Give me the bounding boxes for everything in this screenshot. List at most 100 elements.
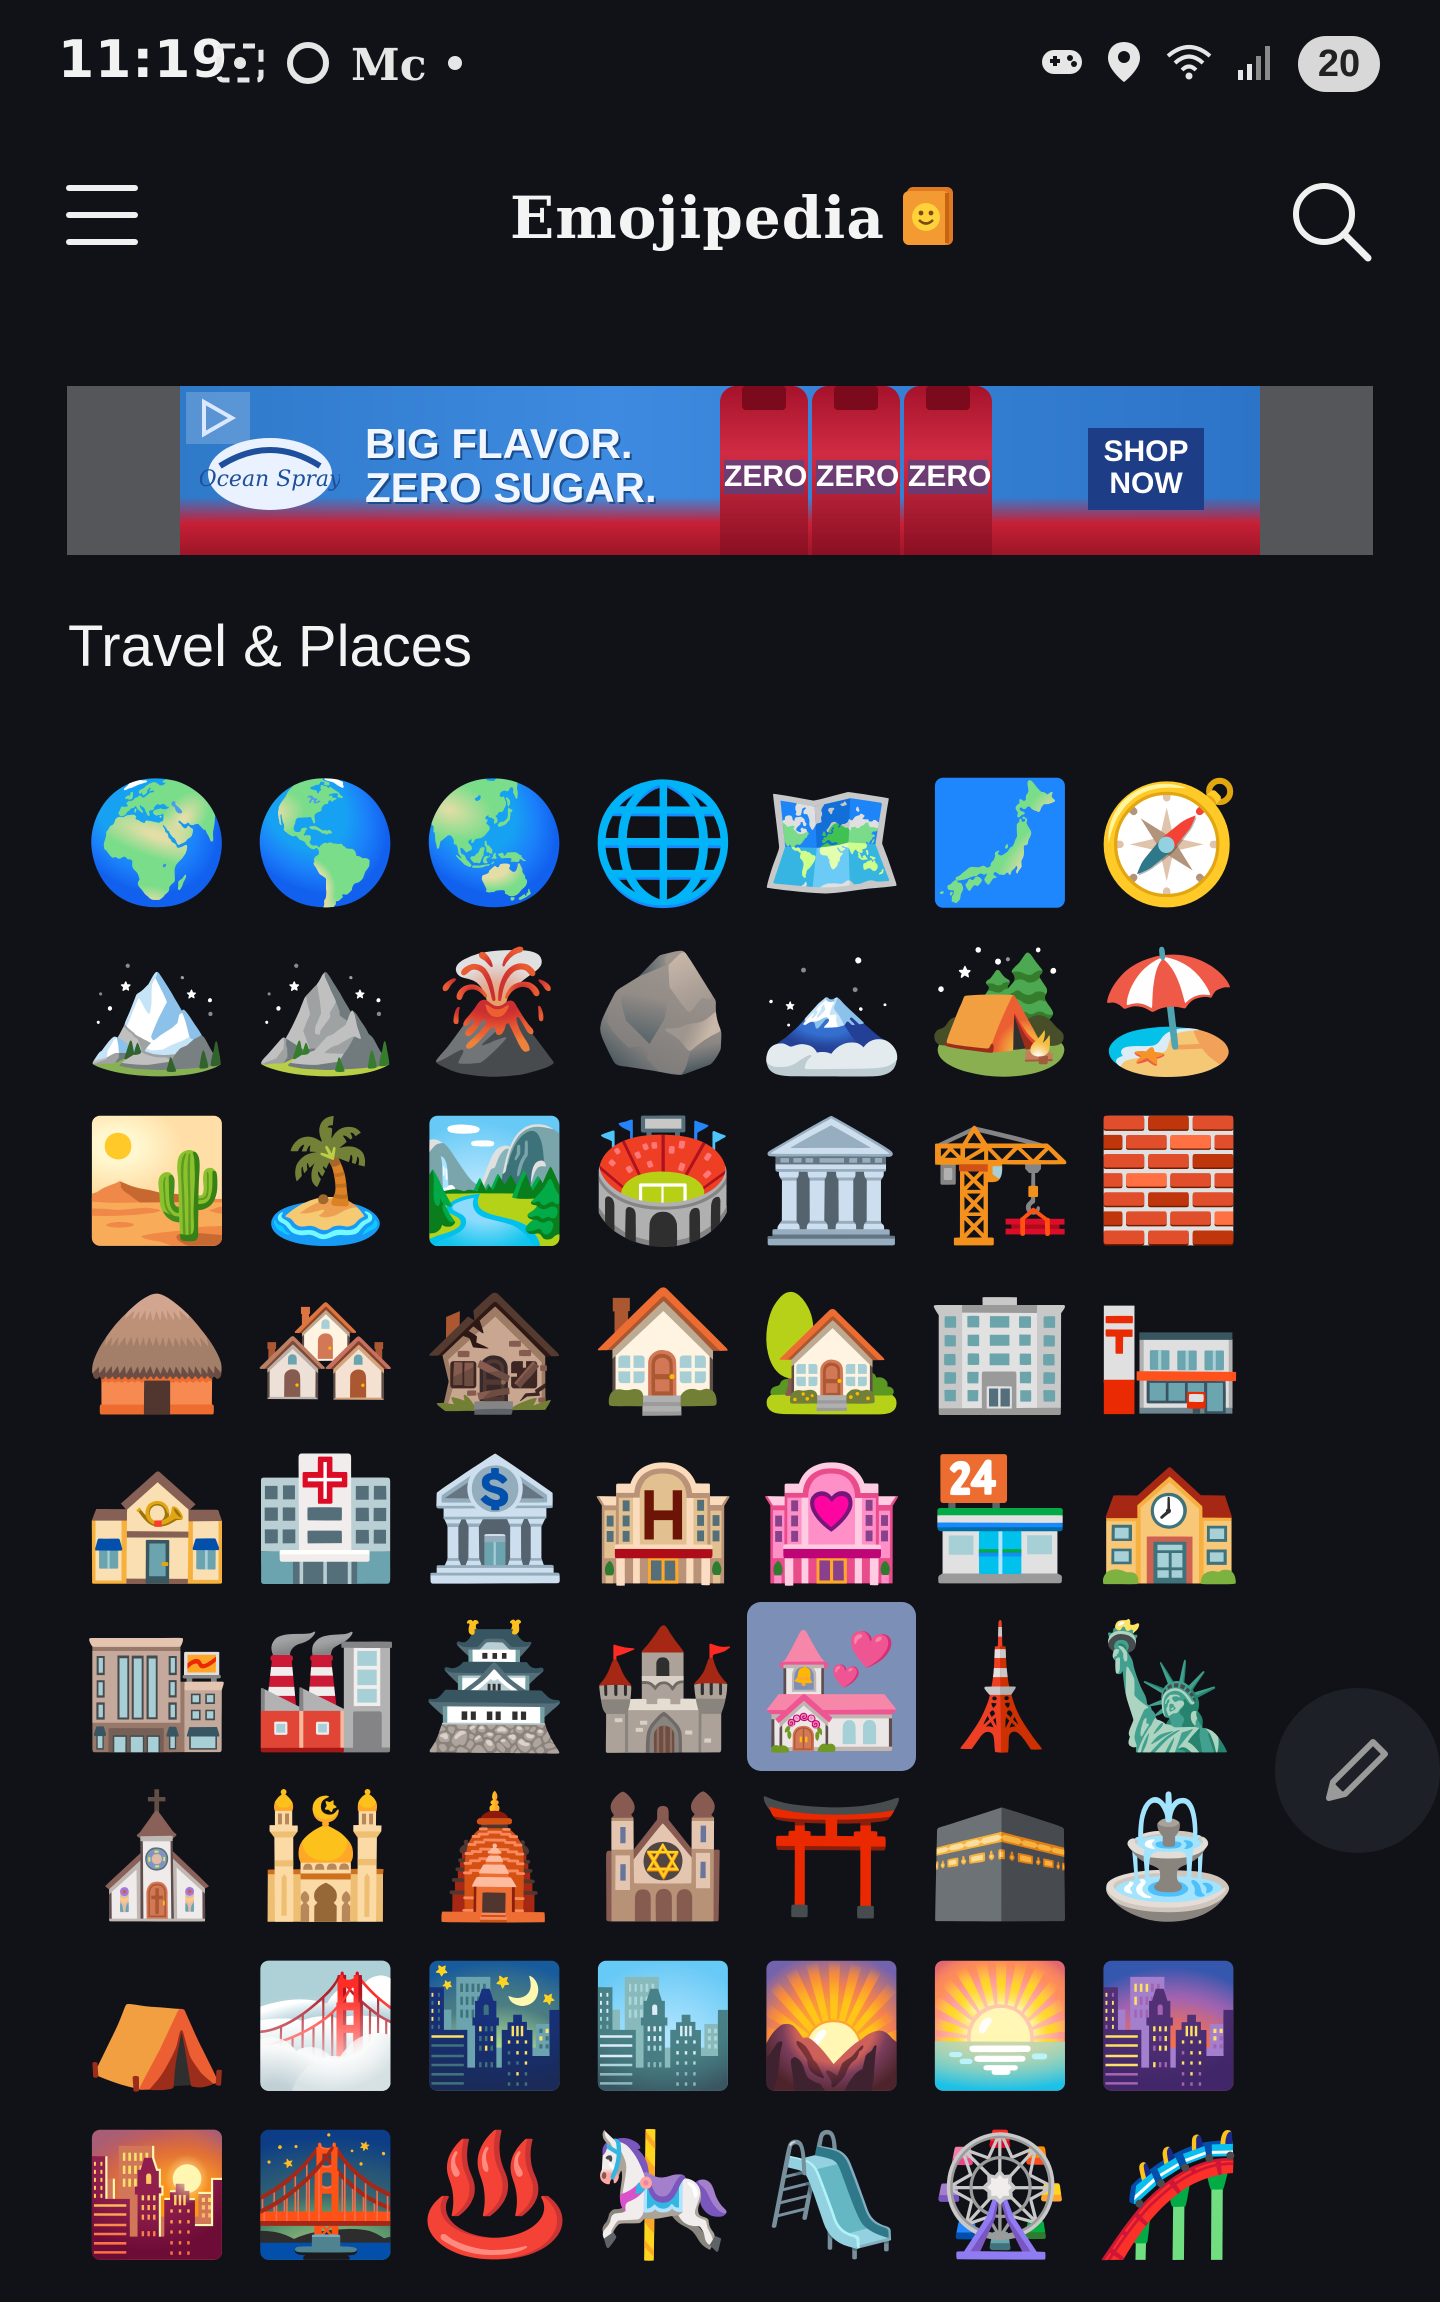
location-icon: [1106, 40, 1142, 88]
emoji-cell[interactable]: 🏗️: [916, 1095, 1085, 1264]
emoji-cell[interactable]: 🧱: [1084, 1095, 1253, 1264]
emoji-glyph: 🏞️: [420, 1110, 568, 1249]
emoji-glyph: 🧭: [1095, 772, 1243, 911]
emoji-glyph: 🏟️: [589, 1110, 737, 1249]
emoji-glyph: 🌇: [83, 2124, 231, 2263]
emoji-cell[interactable]: ⛪: [73, 1771, 242, 1940]
emoji-glyph: ♨️: [420, 2124, 568, 2263]
emoji-cell[interactable]: ♨️: [410, 2109, 579, 2278]
emoji-cell[interactable]: ⛺: [73, 1940, 242, 2109]
emoji-cell[interactable]: ⛰️: [242, 926, 411, 1095]
emoji-cell[interactable]: 🕋: [916, 1771, 1085, 1940]
ad-headline-line1: BIG FLAVOR.: [365, 420, 633, 467]
ad-creative[interactable]: Ocean Spray BIG FLAVOR. ZERO SUGAR. ZERO…: [180, 386, 1260, 555]
emoji-book-icon: [901, 183, 957, 253]
bottle-label: ZERO: [908, 460, 992, 494]
emoji-cell[interactable]: 🏫: [1084, 1433, 1253, 1602]
emoji-cell[interactable]: 🌇: [73, 2109, 242, 2278]
emoji-glyph: 🛕: [420, 1786, 568, 1925]
emoji-cell[interactable]: 🏝️: [242, 1095, 411, 1264]
emoji-cell[interactable]: 🕌: [242, 1771, 411, 1940]
emoji-cell[interactable]: 🌉: [242, 2109, 411, 2278]
emoji-glyph: 🏭: [252, 1617, 400, 1756]
emoji-glyph: 🏕️: [926, 941, 1074, 1080]
emoji-row: 🏔️ ⛰️ 🌋 🪨 🗻 🏕️ 🏖️: [73, 926, 1253, 1095]
emoji-cell[interactable]: 🕍: [579, 1771, 748, 1940]
emoji-cell[interactable]: 🛕: [410, 1771, 579, 1940]
emoji-cell[interactable]: 🌃: [410, 1940, 579, 2109]
ad-cta-line1: SHOP: [1103, 435, 1189, 468]
emoji-glyph: 🌏: [420, 772, 568, 911]
emoji-cell[interactable]: 🗺️: [747, 757, 916, 926]
emoji-cell[interactable]: 🌏: [410, 757, 579, 926]
emoji-cell[interactable]: 🌄: [747, 1940, 916, 2109]
emoji-cell[interactable]: ⛩️: [747, 1771, 916, 1940]
ad-shop-now-button[interactable]: SHOP NOW: [1088, 428, 1204, 510]
emoji-glyph: 🏨: [589, 1448, 737, 1587]
search-icon: [1293, 183, 1372, 262]
emoji-cell[interactable]: 🏰: [579, 1602, 748, 1771]
emoji-cell[interactable]: 🏚️: [410, 1264, 579, 1433]
emoji-cell[interactable]: 🌐: [579, 757, 748, 926]
emoji-cell[interactable]: 🌅: [916, 1940, 1085, 2109]
emoji-cell[interactable]: 🏜️: [73, 1095, 242, 1264]
emoji-cell[interactable]: 🌋: [410, 926, 579, 1095]
emoji-cell[interactable]: 🛝: [747, 2109, 916, 2278]
emoji-cell[interactable]: 🏣: [1084, 1264, 1253, 1433]
emoji-glyph: 🏣: [1095, 1279, 1243, 1418]
emoji-cell[interactable]: 🏥: [242, 1433, 411, 1602]
emoji-cell[interactable]: 🏡: [747, 1264, 916, 1433]
emoji-glyph: 💒: [758, 1617, 906, 1756]
hamburger-icon: [66, 185, 138, 191]
emoji-cell[interactable]: 🏤: [73, 1433, 242, 1602]
emoji-cell[interactable]: 🗼: [916, 1602, 1085, 1771]
emoji-glyph: ⛩️: [758, 1786, 906, 1925]
site-logo[interactable]: Emojipedia: [510, 183, 957, 253]
emoji-cell[interactable]: 🏨: [579, 1433, 748, 1602]
emoji-cell[interactable]: 🏟️: [579, 1095, 748, 1264]
emoji-cell[interactable]: 🏛️: [747, 1095, 916, 1264]
emoji-cell[interactable]: 🛖: [73, 1264, 242, 1433]
emoji-row: 🌇 🌉 ♨️ 🎠 🛝 🎡 🎢: [73, 2109, 1253, 2278]
emoji-glyph: 🌁: [252, 1955, 400, 2094]
emoji-cell[interactable]: ⛲: [1084, 1771, 1253, 1940]
emoji-glyph: ⛪: [83, 1786, 231, 1925]
emoji-cell[interactable]: 🏢: [916, 1264, 1085, 1433]
emoji-cell[interactable]: 🏯: [410, 1602, 579, 1771]
emoji-cell[interactable]: 🏕️: [916, 926, 1085, 1095]
menu-button[interactable]: [66, 185, 138, 247]
emoji-glyph: 🗺️: [758, 772, 906, 911]
emoji-cell[interactable]: 🏭: [242, 1602, 411, 1771]
emoji-cell[interactable]: 🏩: [747, 1433, 916, 1602]
emoji-glyph: 🏛️: [758, 1110, 906, 1249]
emoji-cell[interactable]: 🏘️: [242, 1264, 411, 1433]
emoji-cell[interactable]: 🏙️: [579, 1940, 748, 2109]
emoji-cell[interactable]: 🌁: [242, 1940, 411, 2109]
emoji-row: 🌍 🌎 🌏 🌐 🗺️ 🗾 🧭: [73, 757, 1253, 926]
emoji-cell[interactable]: 🌎: [242, 757, 411, 926]
emoji-cell[interactable]: 🏞️: [410, 1095, 579, 1264]
emoji-cell[interactable]: 🗻: [747, 926, 916, 1095]
emoji-cell[interactable]: 🏪: [916, 1433, 1085, 1602]
emoji-cell[interactable]: 🏖️: [1084, 926, 1253, 1095]
emoji-cell[interactable]: 🏔️: [73, 926, 242, 1095]
emoji-cell[interactable]: 🎡: [916, 2109, 1085, 2278]
emoji-cell[interactable]: 🌆: [1084, 1940, 1253, 2109]
emoji-cell[interactable]: 🎠: [579, 2109, 748, 2278]
emoji-cell[interactable]: 🏠: [579, 1264, 748, 1433]
emoji-cell[interactable]: 🏦: [410, 1433, 579, 1602]
emoji-glyph: 🌅: [926, 1955, 1074, 2094]
emoji-cell[interactable]: 🧭: [1084, 757, 1253, 926]
emoji-cell[interactable]: 🎢: [1084, 2109, 1253, 2278]
emoji-glyph: ⛲: [1095, 1786, 1243, 1925]
emoji-glyph: 🏚️: [420, 1279, 568, 1418]
emoji-cell-selected[interactable]: 💒: [747, 1602, 916, 1771]
emoji-cell[interactable]: 🗾: [916, 757, 1085, 926]
emoji-cell[interactable]: 🪨: [579, 926, 748, 1095]
edit-fab-button[interactable]: [1275, 1688, 1440, 1853]
emoji-cell[interactable]: 🗽: [1084, 1602, 1253, 1771]
battery-indicator: 20: [1298, 36, 1380, 92]
emoji-cell[interactable]: 🌍: [73, 757, 242, 926]
emoji-cell[interactable]: 🏬: [73, 1602, 242, 1771]
search-button[interactable]: [1288, 178, 1374, 264]
